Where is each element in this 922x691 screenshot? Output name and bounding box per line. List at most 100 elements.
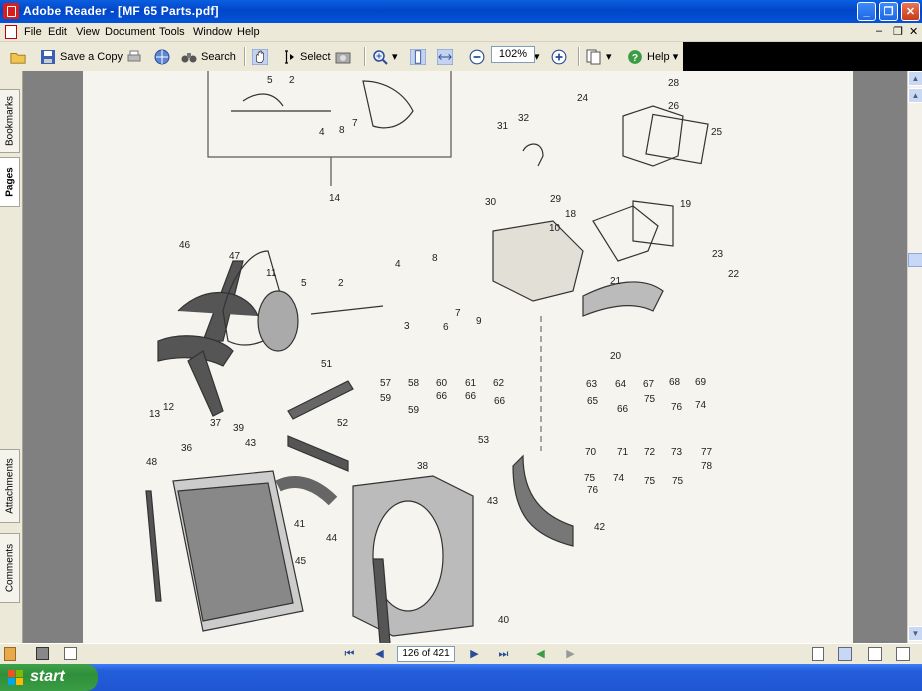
part-callout-number: 66 <box>436 391 448 402</box>
part-callout-number: 67 <box>643 379 655 390</box>
part-callout-number: 75 <box>584 473 596 484</box>
continuous-icon[interactable] <box>838 647 852 661</box>
first-page-icon[interactable]: ⏮ <box>342 647 357 662</box>
part-callout-number: 7 <box>455 308 461 319</box>
chevron-down-icon[interactable]: ▾ <box>606 50 612 63</box>
toolbar: Save a Copy Search Select ▾ ▾ ▾ ? Help ▾ <box>0 42 922 72</box>
scroll-thumb[interactable] <box>908 253 922 267</box>
part-callout-number: 8 <box>432 253 438 264</box>
chevron-down-icon: ▾ <box>672 51 679 63</box>
select-label: Select <box>300 50 331 63</box>
doc-restore-icon[interactable]: ❐ <box>893 25 903 38</box>
tab-comments[interactable]: Comments <box>0 533 20 603</box>
part-callout-number: 20 <box>610 351 622 362</box>
zoom-in-button[interactable] <box>551 46 571 67</box>
view-mode-icon[interactable] <box>36 647 49 660</box>
part-callout-number: 21 <box>610 276 622 287</box>
single-page-icon[interactable] <box>812 647 824 661</box>
search-button[interactable]: Search <box>181 46 236 67</box>
part-callout-number: 12 <box>163 402 175 413</box>
text-cursor-icon <box>285 49 294 64</box>
tab-bookmarks[interactable]: Bookmarks <box>0 89 20 153</box>
part-callout-number: 25 <box>711 127 723 138</box>
page-view-icon[interactable] <box>64 647 77 660</box>
part-callout-number: 76 <box>671 402 683 413</box>
zoom-out-button[interactable] <box>469 46 489 67</box>
restore-button[interactable]: ❐ <box>879 2 898 21</box>
camera-icon <box>335 52 351 63</box>
part-callout-number: 5 <box>301 278 307 289</box>
tab-attachments[interactable]: Attachments <box>0 449 20 523</box>
scroll-down-button[interactable]: ▼ <box>908 626 922 641</box>
part-callout-number: 73 <box>671 447 683 458</box>
start-button[interactable]: start <box>0 664 98 691</box>
part-callout-number: 39 <box>233 423 245 434</box>
menu-tools[interactable]: Tools <box>159 26 185 38</box>
previous-page-icon[interactable]: ◀ <box>372 647 387 662</box>
menu-document[interactable]: Document <box>105 26 155 38</box>
navigation-panel: Bookmarks Pages Attachments Comments <box>0 71 23 643</box>
part-callout-number: 64 <box>615 379 627 390</box>
facing-icon[interactable] <box>868 647 882 661</box>
minimize-button[interactable]: _ <box>857 2 876 21</box>
plus-circle-icon <box>551 49 567 64</box>
open-button[interactable] <box>10 46 30 67</box>
scroll-page-up-button[interactable]: ▲ <box>908 88 922 103</box>
next-page-icon[interactable]: ▶ <box>467 647 482 662</box>
menu-help[interactable]: Help <box>237 26 260 38</box>
toolbar-empty-area <box>683 42 922 71</box>
floppy-icon <box>41 49 55 64</box>
menu-file[interactable]: File <box>24 26 42 38</box>
tab-attachments-label: Attachments <box>4 458 15 514</box>
hand-tool-button[interactable] <box>252 46 272 67</box>
part-callout-number: 74 <box>695 400 707 411</box>
last-page-icon[interactable]: ⏭ <box>496 647 511 662</box>
save-copy-button[interactable]: Save a Copy <box>40 46 123 67</box>
pages-icon <box>586 49 601 64</box>
menu-view[interactable]: View <box>76 26 100 38</box>
vertical-scrollbar[interactable]: ▲ ▲ ▼ <box>907 71 922 643</box>
part-callout-number: 75 <box>644 476 656 487</box>
part-callout-number: 43 <box>487 496 499 507</box>
continuous-facing-icon[interactable] <box>896 647 910 661</box>
snapshot-button[interactable] <box>335 46 355 67</box>
lock-icon <box>4 647 16 661</box>
part-callout-number: 4 <box>319 127 325 138</box>
help-button[interactable]: ? Help ▾ <box>627 46 678 67</box>
part-callout-number: 18 <box>565 209 577 220</box>
tab-pages[interactable]: Pages <box>0 157 20 207</box>
menu-bar: File Edit View Document Tools Window Hel… <box>0 23 922 42</box>
binoculars-icon <box>181 52 197 62</box>
page-layout-button[interactable]: ▾ <box>586 46 612 67</box>
part-callout-number: 30 <box>485 197 497 208</box>
zoom-in-tool-button[interactable]: ▾ <box>372 46 398 67</box>
part-callout-number: 6 <box>443 322 449 333</box>
select-tool-button[interactable]: Select <box>280 46 331 67</box>
go-forward-icon[interactable]: ▶ <box>563 647 578 662</box>
zoom-input[interactable]: 102% <box>491 46 535 63</box>
print-button[interactable] <box>126 46 146 67</box>
go-back-icon[interactable]: ◀ <box>533 647 548 662</box>
fit-width-button[interactable] <box>437 46 457 67</box>
email-button[interactable] <box>154 46 174 67</box>
tab-bookmarks-label: Bookmarks <box>4 95 15 147</box>
part-callout-number: 66 <box>465 391 477 402</box>
menu-edit[interactable]: Edit <box>48 26 67 38</box>
doc-minimize-icon[interactable]: – <box>876 25 882 37</box>
scroll-up-button[interactable]: ▲ <box>908 71 922 86</box>
doc-close-icon[interactable]: ✕ <box>909 25 918 38</box>
save-copy-label: Save a Copy <box>60 50 123 63</box>
close-button[interactable]: ✕ <box>901 2 920 21</box>
menu-window[interactable]: Window <box>193 26 232 38</box>
part-callout-number: 42 <box>594 522 606 533</box>
part-callout-number: 52 <box>337 418 349 429</box>
document-view[interactable]: 5 2 4 8 7 14 28 26 24 25 31 32 30 29 18 10 19 23 22 21 20 46 4… <box>23 71 907 643</box>
document-icon <box>5 25 17 39</box>
window-title: Adobe Reader - [MF 65 Parts.pdf] <box>23 4 219 18</box>
fit-page-button[interactable] <box>410 46 430 67</box>
chevron-down-icon[interactable]: ▾ <box>392 50 398 63</box>
part-callout-number: 22 <box>728 269 740 280</box>
part-callout-number: 38 <box>417 461 429 472</box>
part-callout-number: 60 <box>436 378 448 389</box>
page-number-input[interactable]: 126 of 421 <box>397 646 455 662</box>
